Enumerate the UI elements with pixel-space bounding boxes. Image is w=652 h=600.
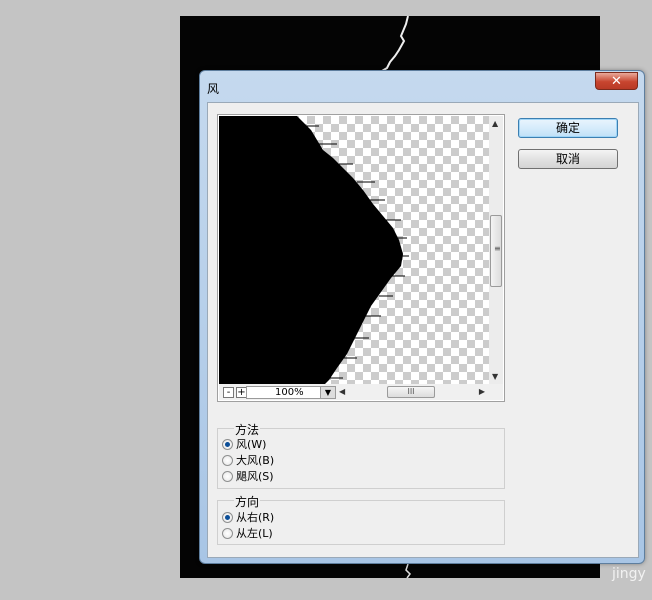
direction-group: 方向 从右(R) 从左(L) — [217, 493, 505, 545]
scroll-up-icon[interactable]: ▲ — [492, 119, 498, 128]
preview-vertical-scrollbar[interactable]: ▲ ≡ ▼ — [489, 116, 503, 384]
radio-from-left[interactable]: 从左(L) — [222, 527, 273, 541]
dialog-title: 风 — [207, 82, 220, 96]
radio-button[interactable] — [222, 470, 233, 482]
preview-horizontal-scrollbar[interactable]: ◀ III ▶ — [339, 386, 485, 399]
radio-button-selected[interactable] — [222, 438, 233, 450]
radio-wind[interactable]: 风(W) — [222, 438, 266, 452]
cancel-button[interactable]: 取消 — [518, 149, 618, 169]
zoom-out-button[interactable]: - — [223, 387, 234, 398]
close-button[interactable]: ✕ — [595, 72, 638, 90]
method-group-label: 方法 — [234, 421, 261, 438]
dialog-client-area: 确定 取消 ▲ ≡ ▼ - + 100% ▼ ◀ III ▶ 方法 风(W) 大… — [207, 102, 639, 558]
dialog-titlebar[interactable]: 风 ✕ — [200, 71, 644, 101]
radio-stagger[interactable]: 飓风(S) — [222, 470, 274, 484]
horizontal-scroll-thumb[interactable]: III — [387, 386, 435, 398]
radio-button-selected[interactable] — [222, 511, 233, 523]
preview-image[interactable] — [219, 116, 489, 384]
chevron-down-icon[interactable]: ▼ — [320, 387, 335, 398]
radio-button[interactable] — [222, 454, 233, 466]
scroll-right-icon[interactable]: ▶ — [479, 387, 485, 396]
zoom-level-value: 100% — [275, 387, 304, 398]
radio-from-right[interactable]: 从右(R) — [222, 511, 274, 525]
radio-blast[interactable]: 大风(B) — [222, 454, 274, 468]
direction-group-label: 方向 — [234, 493, 261, 510]
vertical-grip-icon: ≡ — [494, 244, 501, 253]
zoom-level-field[interactable]: 100% ▼ — [246, 386, 336, 399]
ok-button[interactable]: 确定 — [518, 118, 618, 138]
filter-preview: ▲ ≡ ▼ - + 100% ▼ ◀ III ▶ — [217, 114, 505, 402]
wind-filter-dialog: 风 ✕ 确定 取消 ▲ ≡ ▼ - + 100% ▼ ◀ III ▶ 方法 风(… — [199, 70, 645, 564]
wind-effect-shape — [219, 116, 409, 384]
radio-button[interactable] — [222, 527, 233, 539]
scroll-down-icon[interactable]: ▼ — [492, 372, 498, 381]
preview-zoom-bar: - + 100% ▼ ◀ III ▶ — [219, 384, 503, 400]
method-group: 方法 风(W) 大风(B) 飓风(S) — [217, 421, 505, 489]
scroll-left-icon[interactable]: ◀ — [339, 387, 345, 396]
vertical-scroll-thumb[interactable]: ≡ — [490, 215, 502, 287]
